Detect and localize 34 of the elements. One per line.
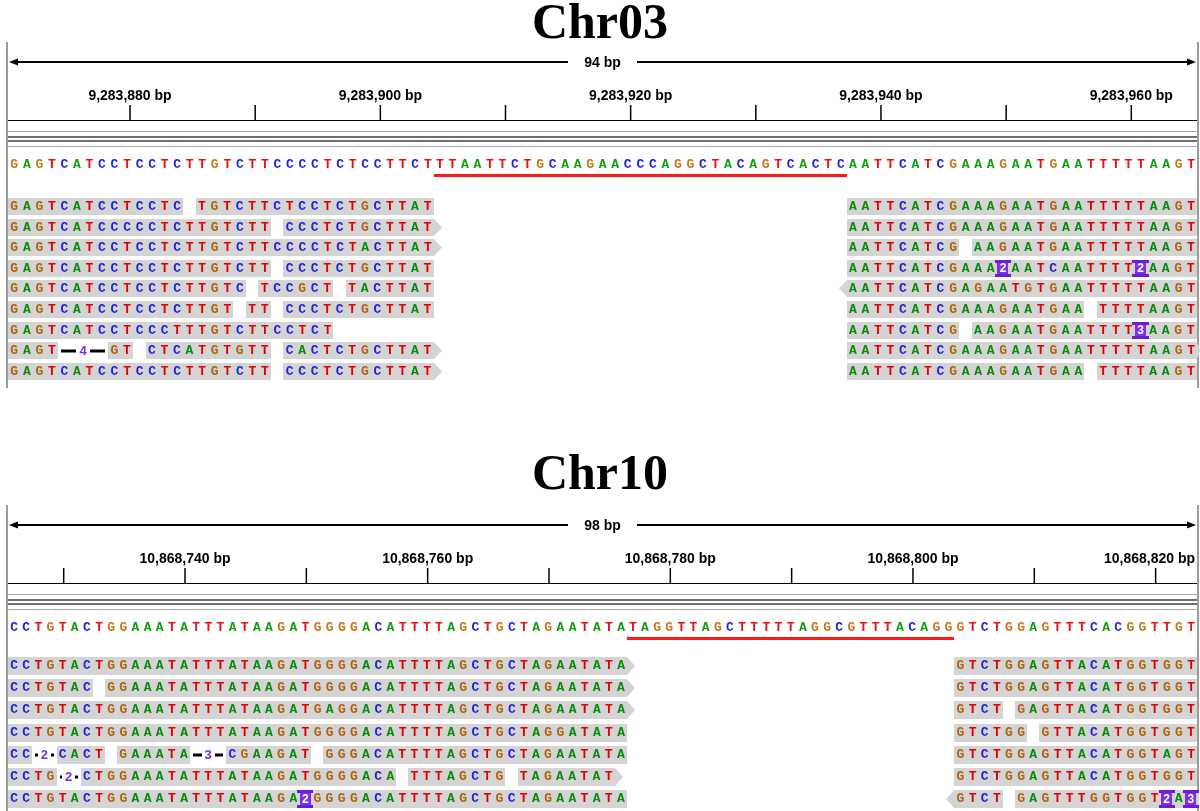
span-arrow-icon <box>636 521 1196 529</box>
arrow-tip-icon <box>1197 342 1200 360</box>
arrow-tip-icon <box>626 679 635 698</box>
arrow-tip-icon <box>626 701 635 720</box>
span-arrow-icon <box>9 521 569 529</box>
coordinate-label: 10,868,740 bp <box>139 550 231 566</box>
coordinate-label: 9,283,940 bp <box>839 87 923 103</box>
coordinate-label: 10,868,820 bp <box>1103 550 1195 566</box>
arrow-tip-icon <box>626 657 635 675</box>
coordinate-label: 10,868,780 bp <box>624 550 716 566</box>
coordinate-label: 10,868,760 bp <box>382 550 474 566</box>
span-length-label: 94 bp <box>583 55 622 69</box>
span-arrow-icon <box>636 58 1196 66</box>
coordinate-label: 9,283,920 bp <box>589 87 673 103</box>
chromosome-title: Chr10 <box>531 446 669 497</box>
coordinate-label: 9,283,900 bp <box>338 87 422 103</box>
arrow-tip-icon <box>433 342 442 360</box>
insertion-marker: 2 <box>1132 259 1149 277</box>
coordinate-label: 9,283,960 bp <box>1089 87 1173 103</box>
insertion-marker: 3 <box>1132 321 1149 339</box>
arrow-tip-icon <box>433 218 442 236</box>
arrow-tip-icon <box>433 239 442 257</box>
arrow-tip-icon <box>614 767 623 786</box>
arrow-tip-icon <box>838 280 847 298</box>
read-segment: CC <box>8 745 33 764</box>
coordinate-label: 9,283,880 bp <box>88 87 172 103</box>
arrow-tip-icon <box>433 362 442 380</box>
insertion-marker: 2 <box>297 790 314 809</box>
arrow-tip-icon <box>946 790 955 809</box>
span-arrow-icon <box>9 58 569 66</box>
coordinate-label: 10,868,800 bp <box>867 550 959 566</box>
chromosome-title: Chr03 <box>531 0 669 46</box>
insertion-marker: 2 <box>994 259 1012 277</box>
span-length-label: 98 bp <box>583 518 622 532</box>
